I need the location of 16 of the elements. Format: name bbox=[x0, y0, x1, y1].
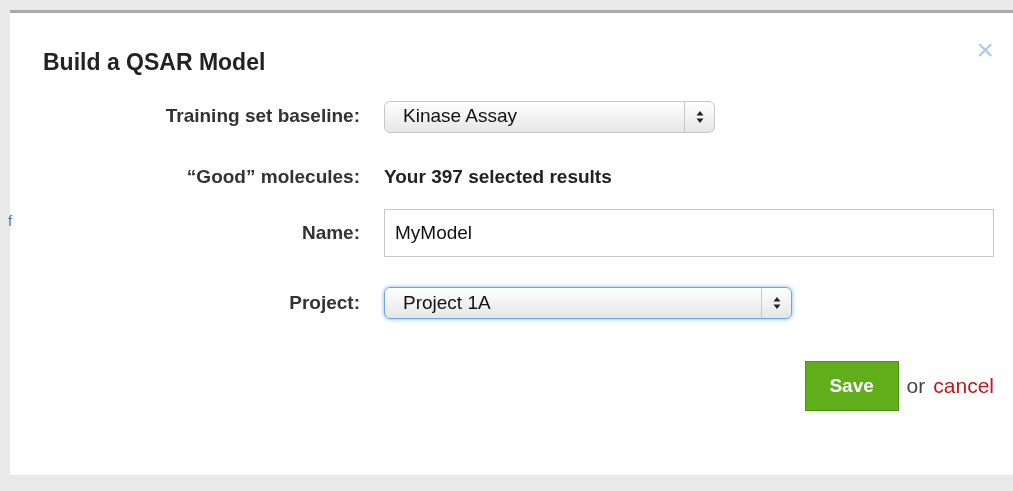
field-label: Training set baseline: bbox=[164, 104, 360, 129]
selected-results-text: Your 397 selected results bbox=[384, 164, 612, 189]
background-text: f bbox=[8, 211, 13, 231]
or-text: or bbox=[906, 373, 926, 400]
field-label: “Good” molecules: bbox=[185, 164, 360, 189]
dropdown-value: Kinase Assay bbox=[402, 104, 519, 129]
field-label: Project: bbox=[288, 290, 360, 315]
name-input[interactable]: MyModel bbox=[384, 209, 994, 257]
dialog-title: Build a QSAR Model bbox=[43, 48, 266, 77]
cancel-link[interactable]: cancel bbox=[933, 370, 994, 402]
up-down-arrows-icon bbox=[695, 109, 704, 124]
up-down-arrows-icon bbox=[772, 296, 781, 310]
dropdown[interactable]: Kinase Assay bbox=[384, 100, 715, 133]
field-label: Name: bbox=[300, 220, 360, 245]
dropdown-value: Project 1A bbox=[402, 290, 492, 315]
dropdown[interactable]: Project 1A bbox=[384, 287, 792, 319]
